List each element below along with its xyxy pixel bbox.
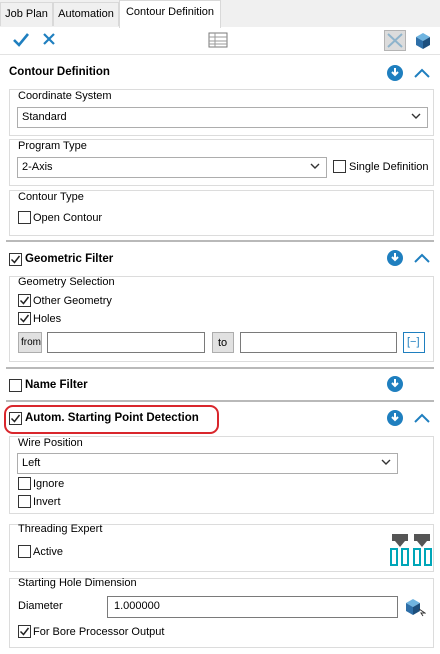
contour-type-label: Contour Type — [18, 191, 84, 203]
diameter-input[interactable]: 1.000000 — [107, 596, 398, 618]
pin-icon[interactable] — [387, 376, 403, 392]
main-panel: Contour Definition Coordinate System Sta… — [0, 55, 440, 654]
pin-icon[interactable] — [387, 250, 403, 266]
program-type-label: Program Type — [18, 140, 87, 152]
collapse-icon[interactable] — [414, 67, 430, 79]
to-input[interactable] — [240, 332, 397, 353]
to-button[interactable]: to — [212, 332, 234, 353]
wire-position-select[interactable]: Left — [17, 453, 398, 474]
wire-position-label: Wire Position — [18, 437, 83, 449]
bore-processor-checkbox[interactable] — [18, 625, 31, 638]
single-definition-label: Single Definition — [349, 161, 429, 173]
open-contour-label: Open Contour — [33, 212, 103, 224]
close-icon[interactable] — [42, 32, 56, 46]
coordinate-system-label: Coordinate System — [18, 90, 112, 102]
invert-checkbox[interactable] — [18, 495, 31, 508]
single-definition-checkbox[interactable] — [333, 160, 346, 173]
select-value: 2-Axis — [22, 161, 53, 173]
table-icon[interactable] — [208, 31, 228, 49]
section-title: Contour Definition — [9, 66, 110, 78]
program-type-select[interactable]: 2-Axis — [17, 157, 327, 178]
threading-expert-icon[interactable] — [388, 533, 434, 567]
select-value: Standard — [22, 111, 67, 123]
from-label: from — [21, 337, 41, 348]
checkmark-icon[interactable] — [12, 31, 30, 49]
section-title: Geometric Filter — [25, 253, 114, 265]
chevron-down-icon — [310, 161, 320, 171]
other-geometry-label: Other Geometry — [33, 295, 112, 307]
contour-definition-header[interactable]: Contour Definition — [0, 57, 440, 89]
collapse-icon[interactable] — [414, 412, 430, 424]
geometry-selection-label: Geometry Selection — [18, 276, 115, 288]
tab-contour-definition[interactable]: Contour Definition — [119, 0, 221, 28]
from-input[interactable] — [47, 332, 205, 353]
holes-checkbox[interactable] — [18, 312, 31, 325]
holes-label: Holes — [33, 313, 62, 325]
diameter-label: Diameter — [18, 600, 63, 612]
tab-job-plan[interactable]: Job Plan — [0, 2, 53, 26]
threading-active-label: Active — [33, 546, 63, 558]
starting-point-checkbox[interactable] — [9, 412, 22, 425]
pin-icon[interactable] — [387, 65, 403, 81]
grid-disabled-icon[interactable] — [384, 30, 406, 51]
starting-point-header[interactable]: Autom. Starting Point Detection — [0, 403, 440, 435]
range-button[interactable]: [−] — [403, 332, 425, 353]
section-divider — [6, 240, 434, 242]
geometric-filter-header[interactable]: Geometric Filter — [0, 244, 440, 276]
toolbar — [0, 27, 440, 55]
invert-label: Invert — [33, 496, 61, 508]
diameter-value: 1.000000 — [114, 600, 160, 612]
geometric-filter-checkbox[interactable] — [9, 253, 22, 266]
collapse-icon[interactable] — [414, 252, 430, 264]
select-value: Left — [22, 457, 41, 469]
from-button[interactable]: from — [18, 332, 42, 353]
to-label: to — [218, 337, 228, 349]
pin-icon[interactable] — [387, 410, 403, 426]
section-divider — [6, 400, 434, 402]
other-geometry-checkbox[interactable] — [18, 294, 31, 307]
chevron-down-icon — [381, 457, 391, 467]
threading-active-checkbox[interactable] — [18, 545, 31, 558]
coordinate-system-select[interactable]: Standard — [17, 107, 428, 128]
ignore-label: Ignore — [33, 478, 65, 490]
bore-processor-label: For Bore Processor Output — [33, 626, 165, 638]
ignore-checkbox[interactable] — [18, 477, 31, 490]
starting-hole-label: Starting Hole Dimension — [18, 577, 137, 589]
open-contour-checkbox[interactable] — [18, 211, 31, 224]
name-filter-checkbox[interactable] — [9, 379, 22, 392]
cube-pick-icon[interactable] — [404, 596, 427, 617]
chevron-down-icon — [411, 111, 421, 121]
tab-automation[interactable]: Automation — [53, 2, 119, 26]
bracket-minus-icon: [−] — [407, 336, 420, 348]
name-filter-header[interactable]: Name Filter — [0, 370, 440, 402]
threading-expert-label: Threading Expert — [18, 523, 103, 535]
cube-icon[interactable] — [412, 30, 434, 51]
section-title: Autom. Starting Point Detection — [25, 412, 199, 424]
section-title: Name Filter — [25, 379, 88, 391]
section-divider — [6, 367, 434, 369]
tab-bar: Job Plan Automation Contour Definition — [0, 0, 440, 28]
